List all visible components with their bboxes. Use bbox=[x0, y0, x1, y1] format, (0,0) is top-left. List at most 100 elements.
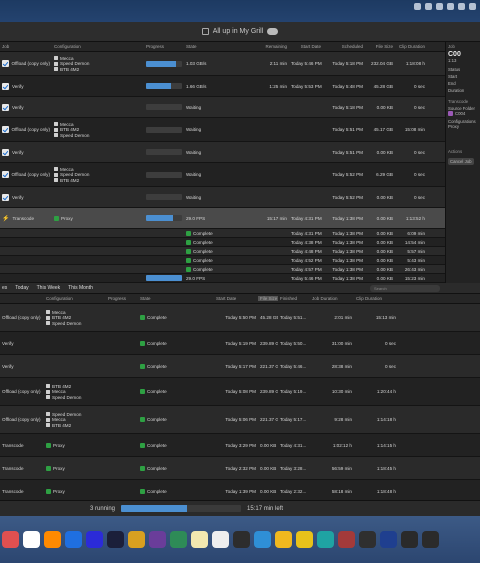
sub-job-row[interactable]: Complete Today 4:48 PM Today 1:38 PM 0.00 K… bbox=[0, 247, 445, 256]
history-table: Configuration Progress State Start Date File… bbox=[0, 294, 480, 500]
start-date: Today 5:06 PM bbox=[225, 417, 256, 422]
clip-duration: 0 sec bbox=[414, 149, 425, 155]
column-header[interactable]: Job Duration bbox=[310, 296, 354, 301]
job-row[interactable]: Offload (copy only) Mecca Speed Demon BTB 4… bbox=[0, 163, 445, 187]
column-header[interactable]: Progress bbox=[144, 44, 184, 49]
history-header: Configuration Progress State Start Date File… bbox=[0, 294, 480, 304]
start-date: Today 4:31 PM bbox=[291, 230, 322, 236]
status-icon[interactable] bbox=[458, 3, 465, 10]
tab-this-week[interactable]: This Week bbox=[37, 285, 61, 291]
dock-app-icon[interactable] bbox=[422, 531, 439, 548]
job-state: 1.03 GB/s bbox=[186, 61, 207, 66]
status-icon[interactable] bbox=[436, 3, 443, 10]
status-icon[interactable] bbox=[425, 3, 432, 10]
dock-app-icon[interactable] bbox=[149, 531, 166, 548]
column-header[interactable]: Progress bbox=[106, 296, 138, 301]
history-state: Complete bbox=[138, 488, 214, 494]
cloud-icon[interactable] bbox=[267, 28, 279, 35]
dock-app-icon[interactable] bbox=[170, 531, 187, 548]
dock-app-icon[interactable] bbox=[380, 531, 397, 548]
clip-duration: 15:23 min bbox=[404, 275, 425, 281]
history-row[interactable]: Offload (copy only) Speed Demon Mecca BTB 4… bbox=[0, 406, 480, 434]
dock-app-icon[interactable] bbox=[86, 531, 103, 548]
dock-app-icon[interactable] bbox=[359, 531, 376, 548]
job-row[interactable]: ⚡ Transcode Proxy 29.0 FPS 15:17 min Today 4:… bbox=[0, 208, 445, 229]
history-row[interactable]: Verify Complete Today 5:19 PM 239.89 GBToda… bbox=[0, 332, 480, 355]
column-header[interactable]: Clip Duration bbox=[354, 296, 398, 301]
job-duration: 31:00 min bbox=[331, 340, 352, 346]
menu-bar bbox=[0, 0, 480, 22]
clip-duration: 26:43 min bbox=[404, 266, 425, 272]
config-label: Proxy bbox=[53, 488, 65, 494]
dock-app-icon[interactable] bbox=[23, 531, 40, 548]
file-size: 6.29 GB bbox=[376, 172, 393, 177]
config-label: BTB 4M2 bbox=[60, 66, 80, 72]
column-header[interactable]: Start Date bbox=[289, 44, 323, 49]
dock-app-icon[interactable] bbox=[275, 531, 292, 548]
sub-job-row[interactable]: Complete Today 4:38 PM Today 1:38 PM 0.00 K… bbox=[0, 238, 445, 247]
history-row[interactable]: Verify Complete Today 5:17 PM 221.37 GBToda… bbox=[0, 355, 480, 378]
tab-today[interactable]: Today bbox=[15, 285, 28, 291]
column-header[interactable]: State bbox=[184, 44, 239, 49]
history-row[interactable]: Transcode Proxy Complete Today 1:39 PM 0.00 … bbox=[0, 480, 480, 500]
sub-job-row[interactable]: 29.0 FPS Today 5:46 PM Today 1:38 PM 0.00 K… bbox=[0, 274, 445, 283]
dock-app-icon[interactable] bbox=[128, 531, 145, 548]
column-header[interactable]: File Size bbox=[258, 296, 278, 301]
job-row[interactable]: Verify 1.66 GB/s 1:25 min Today 5:53 PM Toda… bbox=[0, 76, 445, 97]
history-kind: Transcode bbox=[2, 442, 24, 448]
offload-icon bbox=[2, 126, 9, 133]
start-date: Today 2:32 PM bbox=[225, 465, 256, 471]
job-row[interactable]: Verify Waiting Today 5:51 PM 0.00 KB 0 sec bbox=[0, 142, 445, 163]
dock-app-icon[interactable] bbox=[338, 531, 355, 548]
dock-app-icon[interactable] bbox=[401, 531, 418, 548]
column-header[interactable]: Job bbox=[0, 44, 52, 49]
column-header[interactable]: File Size bbox=[365, 44, 395, 49]
sub-job-row[interactable]: Complete Today 4:57 PM Today 1:38 PM 0.00 K… bbox=[0, 265, 445, 274]
job-row[interactable]: Offload (copy only) Mecca BTB 4M2 Speed Dem… bbox=[0, 118, 445, 142]
tab-this-month[interactable]: This Month bbox=[68, 285, 93, 291]
history-row[interactable]: Transcode Proxy Complete Today 2:32 PM 0.00 … bbox=[0, 457, 480, 480]
check-icon bbox=[186, 230, 191, 236]
column-header[interactable]: Configuration bbox=[44, 296, 106, 301]
status-icon[interactable] bbox=[414, 3, 421, 10]
dock-app-icon[interactable] bbox=[296, 531, 313, 548]
dock-app-icon[interactable] bbox=[65, 531, 82, 548]
config-icon bbox=[46, 389, 50, 394]
search-input[interactable]: Search bbox=[370, 285, 440, 292]
dock-app-icon[interactable] bbox=[107, 531, 124, 548]
status-icon[interactable] bbox=[447, 3, 454, 10]
column-header[interactable]: State bbox=[138, 296, 214, 301]
column-header[interactable]: Start Date bbox=[214, 296, 258, 301]
column-header[interactable]: Remaining bbox=[239, 44, 289, 49]
tab-all[interactable]: es bbox=[2, 285, 7, 291]
job-row[interactable]: Verify Waiting Today 5:52 PM 0.00 KB 0 sec bbox=[0, 187, 445, 208]
history-row[interactable]: Offload (copy only) BTB 4M2 Mecca Speed Dem… bbox=[0, 378, 480, 406]
dock-app-icon[interactable] bbox=[254, 531, 271, 548]
job-row[interactable]: Offload (copy only) Mecca Speed Demon BTB 4… bbox=[0, 52, 445, 76]
status-icon[interactable] bbox=[469, 3, 476, 10]
column-header[interactable]: Clip Duration bbox=[395, 44, 427, 49]
config-item: BTB 4M2 bbox=[46, 423, 104, 428]
history-row[interactable]: Transcode Proxy Complete Today 3:29 PM 0.00 … bbox=[0, 434, 480, 457]
job-configs: Mecca Speed Demon BTB 4M2 bbox=[52, 167, 144, 183]
config-item: Speed Demon bbox=[46, 395, 104, 400]
dock-app-icon[interactable] bbox=[212, 531, 229, 548]
cancel-job-button[interactable]: Cancel Job bbox=[448, 158, 474, 165]
dock-app-icon[interactable] bbox=[233, 531, 250, 548]
dock-app-icon[interactable] bbox=[191, 531, 208, 548]
dock-app-icon[interactable] bbox=[2, 531, 19, 548]
job-kind-label: Verify bbox=[12, 83, 24, 89]
config-icon bbox=[46, 395, 50, 399]
column-header[interactable]: Finished bbox=[278, 296, 310, 301]
column-header[interactable]: Configuration bbox=[52, 44, 144, 49]
sub-job-row[interactable]: Complete Today 4:31 PM Today 1:38 PM 0.00 K… bbox=[0, 229, 445, 238]
job-row[interactable]: Verify Waiting Today 5:18 PM 0.00 KB 0 sec bbox=[0, 97, 445, 118]
dock-app-icon[interactable] bbox=[317, 531, 334, 548]
state-label: Complete bbox=[147, 315, 167, 320]
column-header[interactable]: Scheduled bbox=[323, 44, 365, 49]
history-state: Complete bbox=[138, 442, 214, 448]
inspector-section: Transcode bbox=[448, 99, 469, 104]
sub-job-row[interactable]: Complete Today 4:52 PM Today 1:38 PM 0.00 K… bbox=[0, 256, 445, 265]
history-row[interactable]: Offload (copy only) Mecca BTB 4M2 Speed Dem… bbox=[0, 304, 480, 332]
dock-app-icon[interactable] bbox=[44, 531, 61, 548]
